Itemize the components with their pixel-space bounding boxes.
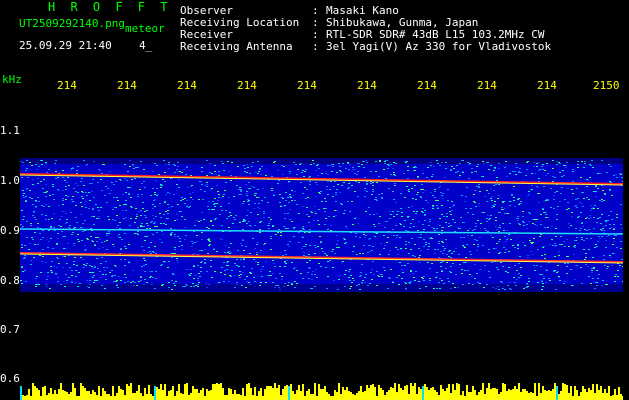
meteor-label: meteor (125, 22, 165, 35)
count-label: 4_ (139, 39, 153, 52)
filename-label: UT2509292140.png (19, 17, 125, 30)
x-tick-label: 214 (297, 79, 317, 92)
y-tick-label: 0.9 (0, 224, 20, 237)
antenna-colon: : (312, 40, 319, 53)
y-tick-label: 1.0 (0, 174, 20, 187)
y-axis-unit: kHz (2, 73, 22, 86)
antenna-value: 3el Yagi(V) Az 330 for Vladivostok (326, 40, 552, 53)
x-tick-label: 214 (57, 79, 77, 92)
x-tick-label: 214 (417, 79, 437, 92)
y-tick-label: 0.7 (0, 323, 20, 336)
x-tick-label: 2150 (593, 79, 620, 92)
datetime-label: 25.09.29 21:40 (19, 39, 112, 52)
antenna-label: Receiving Antenna (180, 40, 293, 53)
x-tick-label: 214 (177, 79, 197, 92)
spectrogram-plot (20, 96, 623, 380)
app-title: H R O F F T (48, 0, 172, 14)
x-tick-label: 214 (537, 79, 557, 92)
x-tick-label: 214 (477, 79, 497, 92)
x-tick-label: 214 (357, 79, 377, 92)
x-tick-label: 214 (237, 79, 257, 92)
x-tick-label: 214 (117, 79, 137, 92)
y-tick-label: 1.1 (0, 124, 20, 137)
y-tick-label: 0.6 (0, 372, 20, 385)
y-tick-label: 0.8 (0, 274, 20, 287)
power-bar (20, 383, 623, 400)
